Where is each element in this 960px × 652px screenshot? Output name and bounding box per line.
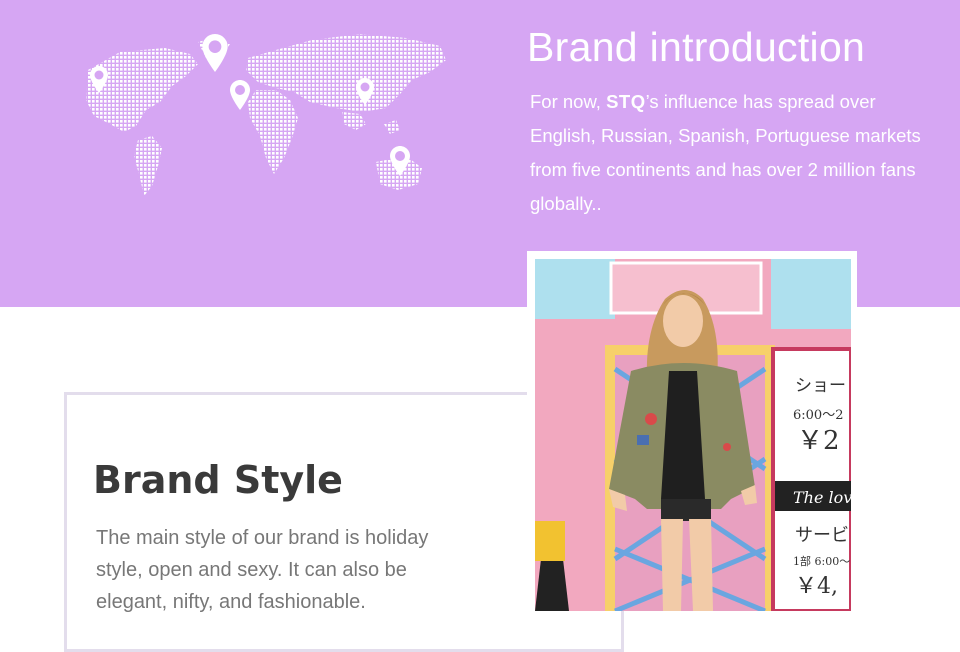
intro-title: Brand introduction (527, 24, 866, 70)
model-photo: ショー 6:00～2 ￥2 The lov サービ 1部 6:00～ ￥4, (535, 259, 851, 611)
sign-line4: 1部 6:00～ (793, 554, 850, 568)
continents (86, 34, 446, 196)
sign-line1: ショー (795, 376, 846, 396)
world-map (86, 34, 446, 196)
style-title: Brand Style (93, 458, 343, 502)
brand-name: STQ (606, 91, 646, 112)
sign-price1: ￥2 (797, 426, 840, 456)
sign-price2: ￥4, (795, 574, 838, 599)
map-pin-icon (202, 34, 228, 72)
sign-line2: 6:00～2 (793, 408, 843, 423)
intro-body: For now, STQ’s influence has spread over… (530, 85, 930, 221)
sign-line3: サービ (795, 525, 849, 546)
style-body: The main style of our brand is holiday s… (96, 527, 429, 613)
model-photo-frame: ショー 6:00～2 ￥2 The lov サービ 1部 6:00～ ￥4, (527, 251, 857, 611)
sign-banner: The lov (793, 488, 851, 507)
map-pin-icon (230, 80, 250, 110)
intro-body-prefix: For now, (530, 91, 601, 112)
